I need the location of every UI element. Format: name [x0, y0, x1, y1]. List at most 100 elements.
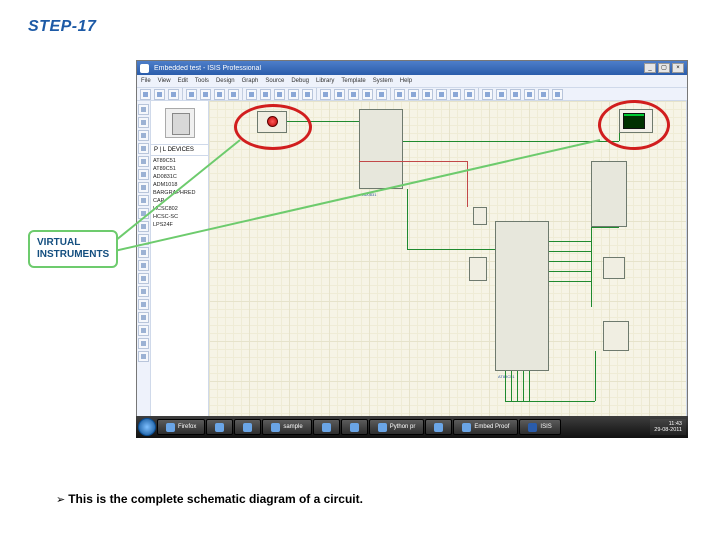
component-cap[interactable]: [469, 257, 487, 281]
mode-devicepin-icon[interactable]: [138, 208, 149, 219]
mode-wirelabel-icon[interactable]: [138, 143, 149, 154]
menu-system[interactable]: System: [373, 78, 393, 84]
mode-component-icon[interactable]: [138, 117, 149, 128]
tool-rotate-icon[interactable]: [362, 89, 373, 100]
task-python[interactable]: Python pr: [369, 419, 425, 435]
system-tray[interactable]: 11:43 29-08-2011: [650, 419, 686, 435]
menu-help[interactable]: Help: [400, 78, 412, 84]
menu-debug[interactable]: Debug: [291, 78, 309, 84]
list-item[interactable]: LPS24F: [153, 221, 206, 229]
task-explorer[interactable]: [206, 419, 233, 435]
tool-zoom-out-icon[interactable]: [214, 89, 225, 100]
list-item[interactable]: HCSC802: [153, 205, 206, 213]
list-item[interactable]: AT89C51: [153, 165, 206, 173]
component-opamp[interactable]: [603, 321, 629, 351]
tool-grid-icon[interactable]: [334, 89, 345, 100]
clock-date: 29-08-2011: [654, 427, 682, 434]
tool-save-icon[interactable]: [168, 89, 179, 100]
tool-open-icon[interactable]: [154, 89, 165, 100]
menu-library[interactable]: Library: [316, 78, 334, 84]
mode-junction-icon[interactable]: [138, 130, 149, 141]
tool-bus-icon[interactable]: [408, 89, 419, 100]
device-list[interactable]: AT89C51 AT89C51 AD0831C ADM1018 BARGRAPH…: [151, 156, 208, 425]
mode-subcircuit-icon[interactable]: [138, 182, 149, 193]
tool-script-icon[interactable]: [450, 89, 461, 100]
menu-design[interactable]: Design: [216, 78, 235, 84]
menu-tools[interactable]: Tools: [195, 78, 209, 84]
tool-mirror-icon[interactable]: [376, 89, 387, 100]
tool-undo-icon[interactable]: [246, 89, 257, 100]
mode-script-icon[interactable]: [138, 156, 149, 167]
mode-tape-icon[interactable]: [138, 234, 149, 245]
list-item[interactable]: BARGRAPHRED: [153, 189, 206, 197]
schematic-canvas[interactable]: AD0831 AT89C51: [209, 101, 687, 425]
tool-generator-icon[interactable]: [482, 89, 493, 100]
tool-instrument-icon[interactable]: [496, 89, 507, 100]
tool-probe-icon[interactable]: [464, 89, 475, 100]
component-mcu-chip[interactable]: AT89C51: [495, 221, 549, 371]
picker-header[interactable]: P | L DEVICES: [151, 145, 208, 156]
tool-wire-icon[interactable]: [394, 89, 405, 100]
mode-2dtext-icon[interactable]: [138, 351, 149, 362]
menu-edit[interactable]: Edit: [178, 78, 188, 84]
mode-2dpath-icon[interactable]: [138, 338, 149, 349]
tool-tape-icon[interactable]: [510, 89, 521, 100]
tool-print-icon[interactable]: [186, 89, 197, 100]
task-isis[interactable]: Embed Proof: [453, 419, 518, 435]
task-pdf[interactable]: [313, 419, 340, 435]
maximize-button[interactable]: ▢: [658, 63, 670, 73]
mode-select-icon[interactable]: [138, 104, 149, 115]
tool-symbol-icon[interactable]: [552, 89, 563, 100]
component-adc-chip[interactable]: AD0831: [359, 109, 403, 189]
tool-arc-icon[interactable]: [524, 89, 535, 100]
tool-block-icon[interactable]: [320, 89, 331, 100]
component-crystal[interactable]: [473, 207, 487, 225]
mode-2dline-icon[interactable]: [138, 286, 149, 297]
tool-cut-icon[interactable]: [274, 89, 285, 100]
tool-copy-icon[interactable]: [288, 89, 299, 100]
mode-generator-icon[interactable]: [138, 247, 149, 258]
task-firefox[interactable]: Firefox: [157, 419, 205, 435]
mode-instrument-icon[interactable]: [138, 273, 149, 284]
titlebar: Embedded test - ISIS Professional _ ▢ ×: [137, 61, 687, 75]
menu-template[interactable]: Template: [341, 78, 365, 84]
component-driver[interactable]: [603, 257, 625, 279]
mode-2dcircle-icon[interactable]: [138, 312, 149, 323]
menu-view[interactable]: View: [158, 78, 171, 84]
list-item[interactable]: AD0831C: [153, 173, 206, 181]
mode-probe-icon[interactable]: [138, 260, 149, 271]
task-paint[interactable]: [425, 419, 452, 435]
task-isis2[interactable]: ISIS: [519, 419, 560, 435]
mode-bus-icon[interactable]: [138, 169, 149, 180]
tool-new-icon[interactable]: [140, 89, 151, 100]
tool-text-icon[interactable]: [538, 89, 549, 100]
list-item[interactable]: CAP: [153, 197, 206, 205]
tool-zoom-in-icon[interactable]: [200, 89, 211, 100]
mode-2darc-icon[interactable]: [138, 325, 149, 336]
task-ie[interactable]: [234, 419, 261, 435]
menu-source[interactable]: Source: [265, 78, 284, 84]
oscilloscope-icon[interactable]: [619, 109, 653, 133]
menu-file[interactable]: File: [141, 78, 151, 84]
menu-graph[interactable]: Graph: [242, 78, 259, 84]
close-button[interactable]: ×: [672, 63, 684, 73]
tool-label-icon[interactable]: [422, 89, 433, 100]
component-port-chip[interactable]: [591, 161, 627, 227]
mode-2dbox-icon[interactable]: [138, 299, 149, 310]
list-item[interactable]: AT89C51: [153, 157, 206, 165]
tool-redo-icon[interactable]: [260, 89, 271, 100]
tool-paste-icon[interactable]: [302, 89, 313, 100]
minimize-button[interactable]: _: [644, 63, 656, 73]
start-button[interactable]: [138, 418, 156, 436]
mode-terminal-icon[interactable]: [138, 195, 149, 206]
tool-pick-icon[interactable]: [348, 89, 359, 100]
task-folder[interactable]: sample: [262, 419, 311, 435]
schematic-wire: [505, 371, 506, 401]
tool-terminal-icon[interactable]: [436, 89, 447, 100]
mode-graph-icon[interactable]: [138, 221, 149, 232]
task-chrome[interactable]: [341, 419, 368, 435]
push-button-icon[interactable]: [267, 116, 278, 127]
list-item[interactable]: ADM1018: [153, 181, 206, 189]
tool-zoom-fit-icon[interactable]: [228, 89, 239, 100]
list-item[interactable]: HCSC-SC: [153, 213, 206, 221]
